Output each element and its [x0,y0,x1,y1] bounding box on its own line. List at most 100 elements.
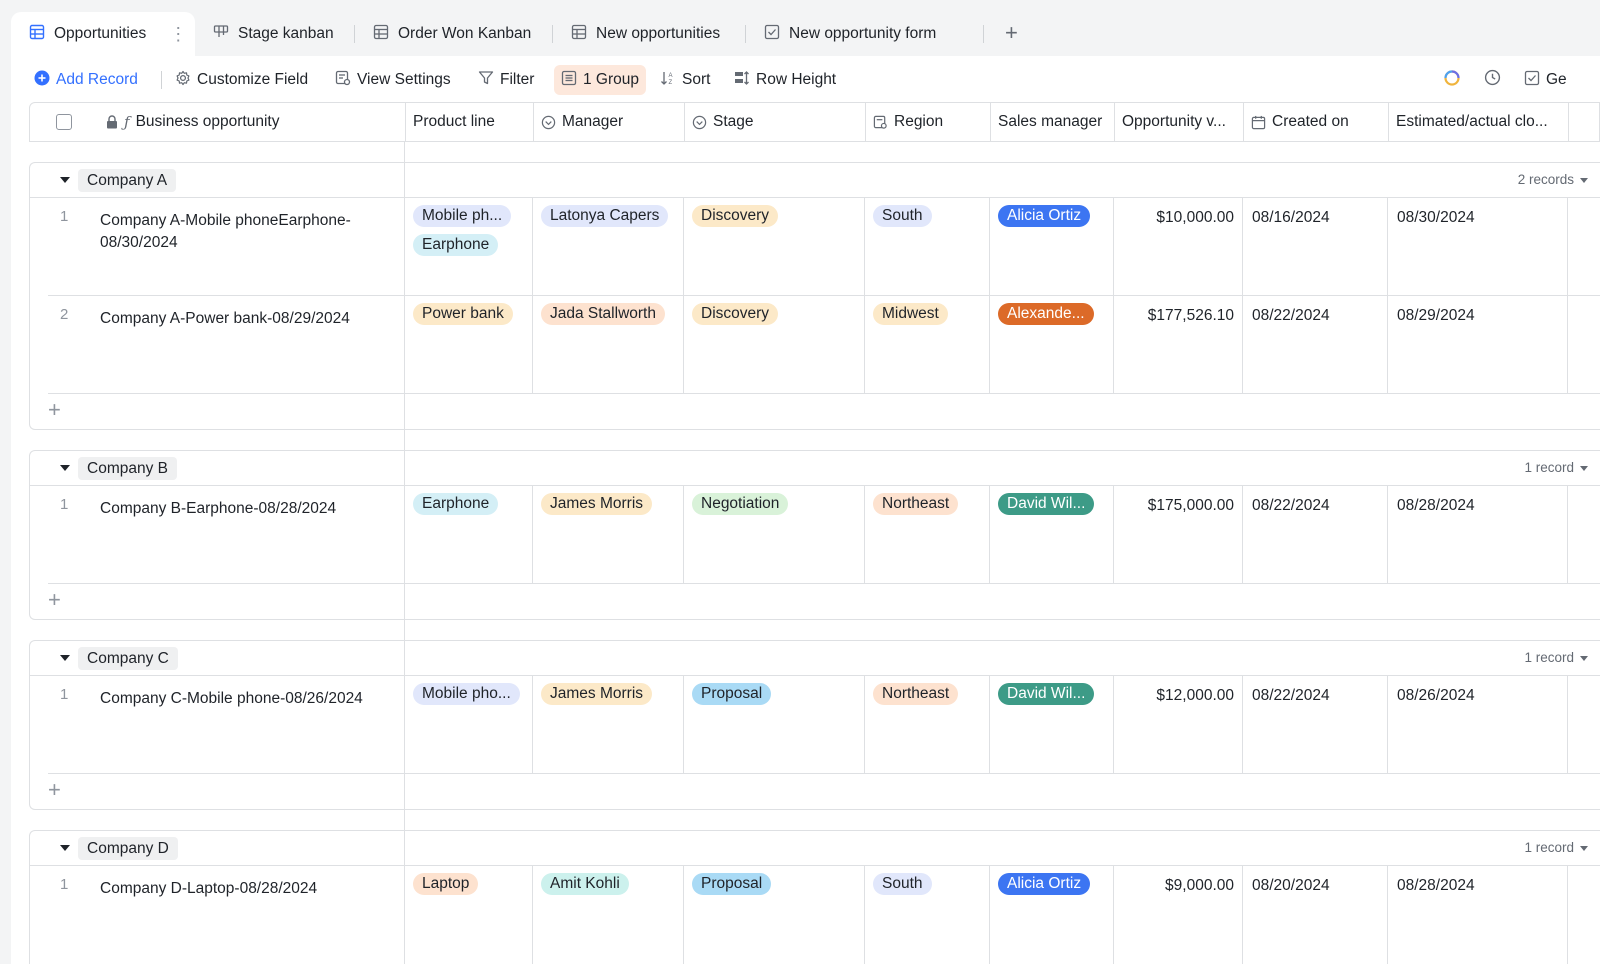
sales-manager-cell[interactable]: David Wil... [990,676,1114,774]
add-row-plus-icon[interactable]: + [48,399,61,421]
add-row[interactable]: + [30,774,1600,809]
collapse-caret-icon[interactable] [60,465,70,471]
add-row[interactable]: + [30,394,1600,429]
view-settings-button[interactable]: View Settings [335,65,451,95]
stage-tag: Discovery [692,205,779,227]
manager-cell[interactable]: Jada Stallworth [533,296,684,394]
estimated-close-cell[interactable]: 08/28/2024 [1388,486,1568,584]
estimated-close-cell[interactable]: 08/29/2024 [1388,296,1568,394]
add-row[interactable]: + [30,584,1600,619]
business-opportunity-cell[interactable]: Company A-Power bank-08/29/2024 [100,308,396,330]
opportunity-value-cell[interactable]: $10,000.00 [1114,198,1243,296]
collapse-caret-icon[interactable] [60,655,70,661]
region-cell[interactable]: South [865,198,990,296]
chevron-down-icon[interactable] [1580,846,1588,851]
column-header-manager[interactable]: Manager [534,103,685,141]
tab-stage-kanban[interactable]: Stage kanban [213,12,334,56]
customize-field-button[interactable]: Customize Field [175,65,308,95]
select-all-checkbox[interactable] [56,114,72,130]
product-line-cell[interactable]: Mobile pho... [405,676,533,774]
product-line-cell[interactable]: Earphone [405,486,533,584]
sales-manager-cell[interactable]: David Wil... [990,486,1114,584]
group-button[interactable]: 1 Group [554,65,647,95]
region-cell[interactable]: Northeast [865,676,990,774]
table-row[interactable]: 1 Company A-Mobile phoneEarphone-08/30/20… [30,198,1600,296]
product-line-cell[interactable]: Laptop [405,866,533,964]
product-tag: Laptop [413,873,479,895]
table-row[interactable]: 2 Company A-Power bank-08/29/2024 Power b… [30,296,1600,394]
chevron-down-icon[interactable] [1580,466,1588,471]
business-opportunity-cell[interactable]: Company C-Mobile phone-08/26/2024 [100,688,396,710]
chevron-down-icon[interactable] [1580,656,1588,661]
region-cell[interactable]: Midwest [865,296,990,394]
history-icon[interactable] [1484,69,1501,86]
column-header-sales-manager[interactable]: Sales manager [991,103,1115,141]
tab-new-opportunities[interactable]: New opportunities [571,12,720,56]
sales-manager-cell[interactable]: Alicia Ortiz [990,198,1114,296]
column-header-estimated-close[interactable]: Estimated/actual clo... [1389,103,1569,141]
column-header-stage[interactable]: Stage [685,103,866,141]
tab-opportunities[interactable]: Opportunities ⋮ [11,12,195,56]
opportunity-value-cell[interactable]: $12,000.00 [1114,676,1243,774]
stage-cell[interactable]: Discovery [684,296,865,394]
generate-button[interactable]: Ge [1524,65,1567,95]
created-on-cell[interactable]: 08/20/2024 [1243,866,1388,964]
add-view-icon[interactable]: + [1005,22,1018,44]
opportunity-value-cell[interactable]: $9,000.00 [1114,866,1243,964]
row-height-button[interactable]: Row Height [734,65,836,95]
created-date: 08/16/2024 [1252,209,1330,226]
filter-button[interactable]: Filter [478,65,534,95]
created-on-cell[interactable]: 08/22/2024 [1243,486,1388,584]
more-options-icon[interactable]: ⋮ [169,25,187,43]
sort-button[interactable]: AZ Sort [660,65,710,95]
tab-new-opportunity-form[interactable]: New opportunity form [764,12,936,56]
stage-cell[interactable]: Negotiation [684,486,865,584]
column-header-region[interactable]: Region [866,103,991,141]
estimated-close-cell[interactable]: 08/28/2024 [1388,866,1568,964]
opportunity-value-cell[interactable]: $175,000.00 [1114,486,1243,584]
estimated-close-cell[interactable]: 08/30/2024 [1388,198,1568,296]
column-header-created-on[interactable]: Created on [1244,103,1389,141]
group-icon [561,70,577,91]
sales-manager-tag: David Wil... [998,493,1095,515]
estimated-close-cell[interactable]: 08/26/2024 [1388,676,1568,774]
add-row-plus-icon[interactable]: + [48,589,61,611]
manager-cell[interactable]: Latonya Capers [533,198,684,296]
collapse-caret-icon[interactable] [60,845,70,851]
tab-order-won-kanban[interactable]: Order Won Kanban [373,12,531,56]
manager-cell[interactable]: James Morris [533,676,684,774]
manager-cell[interactable]: James Morris [533,486,684,584]
column-header-product-line[interactable]: Product line [406,103,534,141]
created-on-cell[interactable]: 08/22/2024 [1243,296,1388,394]
add-row-plus-icon[interactable]: + [48,779,61,801]
stage-cell[interactable]: Discovery [684,198,865,296]
sales-manager-tag: Alexande... [998,303,1094,325]
region-cell[interactable]: Northeast [865,486,990,584]
chevron-down-icon[interactable] [1580,178,1588,183]
product-line-cell[interactable]: Mobile ph... Earphone [405,198,533,296]
view-tab-bar: Opportunities ⋮ Stage kanban Order Won K… [0,0,1600,56]
created-on-cell[interactable]: 08/22/2024 [1243,676,1388,774]
table-row[interactable]: 1 Company D-Laptop-08/28/2024 Laptop Amit… [30,866,1600,964]
product-line-cell[interactable]: Power bank [405,296,533,394]
table-row[interactable]: 1 Company C-Mobile phone-08/26/2024 Mobil… [30,676,1600,774]
business-opportunity-cell[interactable]: Company A-Mobile phoneEarphone-08/30/202… [100,210,396,254]
business-opportunity-cell[interactable]: Company B-Earphone-08/28/2024 [100,498,396,520]
column-header-opportunity-value[interactable]: Opportunity v... [1115,103,1244,141]
business-opportunity-cell[interactable]: Company D-Laptop-08/28/2024 [100,878,396,900]
row-height-label: Row Height [756,71,837,88]
collapse-caret-icon[interactable] [60,177,70,183]
stage-cell[interactable]: Proposal [684,676,865,774]
table-row[interactable]: 1 Company B-Earphone-08/28/2024 Earphone … [30,486,1600,584]
created-on-cell[interactable]: 08/16/2024 [1243,198,1388,296]
manager-cell[interactable]: Amit Kohli [533,866,684,964]
plus-circle-icon [34,70,50,91]
sales-manager-cell[interactable]: Alexande... [990,296,1114,394]
sales-manager-cell[interactable]: Alicia Ortiz [990,866,1114,964]
stage-cell[interactable]: Proposal [684,866,865,964]
region-tag: Midwest [873,303,948,325]
region-cell[interactable]: South [865,866,990,964]
opportunity-value-cell[interactable]: $177,526.10 [1114,296,1243,394]
add-record-button[interactable]: Add Record [34,65,138,95]
column-header-business-opportunity[interactable]: ƒ Business opportunity [30,103,406,141]
